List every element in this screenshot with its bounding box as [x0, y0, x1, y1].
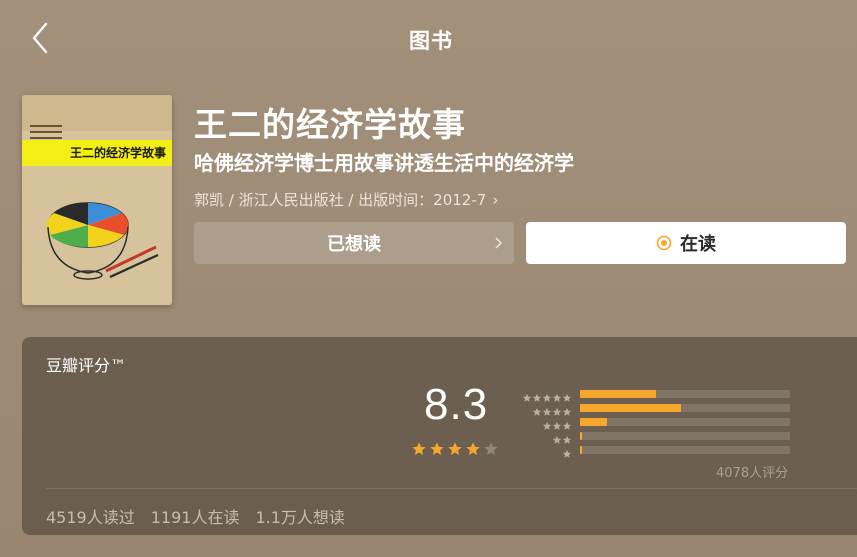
star-icon [448, 442, 462, 455]
rating-stars [411, 441, 499, 457]
rating-bar-row [518, 401, 790, 416]
want-to-read-button[interactable]: 已想读 [194, 222, 514, 264]
bowl-illustration-icon [46, 202, 159, 280]
star-icon [466, 442, 480, 455]
book-cover[interactable]: 王二的经济学故事 [22, 95, 172, 305]
page-title: 图书 [409, 29, 453, 53]
book-meta-text: 郭凯 / 浙江人民出版社 / 出版时间：2012-7 [194, 191, 487, 209]
rating-distribution [518, 387, 790, 458]
rating-label: 豆瓣评分™ [46, 356, 127, 375]
rating-bar-fill [580, 432, 583, 440]
rating-bar-track [580, 432, 790, 440]
star-icon [412, 442, 426, 455]
mini-stars [518, 444, 572, 463]
radio-dot-icon [656, 235, 672, 251]
rating-bar-track [580, 446, 790, 454]
rating-bar-row [518, 429, 790, 444]
divider [46, 488, 857, 489]
rating-bar-fill [580, 446, 583, 454]
rating-bar-row [518, 415, 790, 430]
rating-bar-row [518, 387, 790, 402]
reading-button[interactable]: 在读 [526, 222, 846, 264]
rating-bar-fill [580, 418, 608, 426]
book-meta-link[interactable]: 郭凯 / 浙江人民出版社 / 出版时间：2012-7 › [194, 189, 498, 210]
want-to-read-label: 已想读 [327, 234, 381, 255]
reading-label: 在读 [680, 234, 716, 255]
chevron-right-icon [495, 237, 503, 249]
rating-bar-fill [580, 404, 681, 412]
chevron-right-icon: › [492, 191, 499, 209]
book-subtitle: 哈佛经济学博士用故事讲透生活中的经济学 [194, 151, 574, 175]
rating-score: 8.3 [424, 380, 489, 429]
reader-stats: 4519人读过 1191人在读 1.1万人想读 [46, 504, 345, 528]
rating-count[interactable]: 4078人评分 [716, 462, 788, 481]
star-icon [484, 442, 498, 455]
want-count[interactable]: 1.1万人想读 [255, 504, 344, 528]
rating-bar-track [580, 418, 790, 426]
read-count[interactable]: 4519人读过 [46, 504, 135, 528]
rating-card: 豆瓣评分™ 8.3 4078人评分 4519人读过 1191人在读 1.1万人想… [22, 337, 857, 535]
rating-bar-fill [580, 390, 656, 398]
cover-title: 王二的经济学故事 [70, 146, 167, 160]
reading-count[interactable]: 1191人在读 [151, 504, 240, 528]
rating-bar-track [580, 390, 790, 398]
rating-bar-track [580, 404, 790, 412]
rating-bar-row [518, 443, 790, 458]
star-icon [562, 449, 572, 458]
star-icon [430, 442, 444, 455]
book-title: 王二的经济学故事 [194, 105, 466, 144]
